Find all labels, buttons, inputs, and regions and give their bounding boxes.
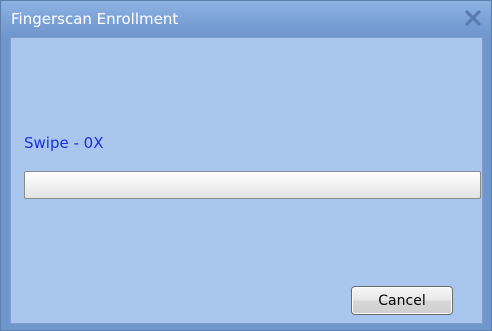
close-button[interactable] (462, 7, 484, 29)
swipe-status-label: Swipe - 0X (24, 134, 104, 152)
cancel-button[interactable]: Cancel (351, 286, 453, 315)
dialog-title: Fingerscan Enrollment (11, 10, 179, 28)
enrollment-progress-bar (24, 171, 481, 199)
enrollment-dialog: Fingerscan Enrollment Swipe - 0X Cancel (0, 0, 492, 331)
dialog-body: Swipe - 0X Cancel (10, 37, 483, 324)
title-bar[interactable]: Fingerscan Enrollment (1, 1, 491, 37)
close-x-icon (465, 10, 481, 26)
